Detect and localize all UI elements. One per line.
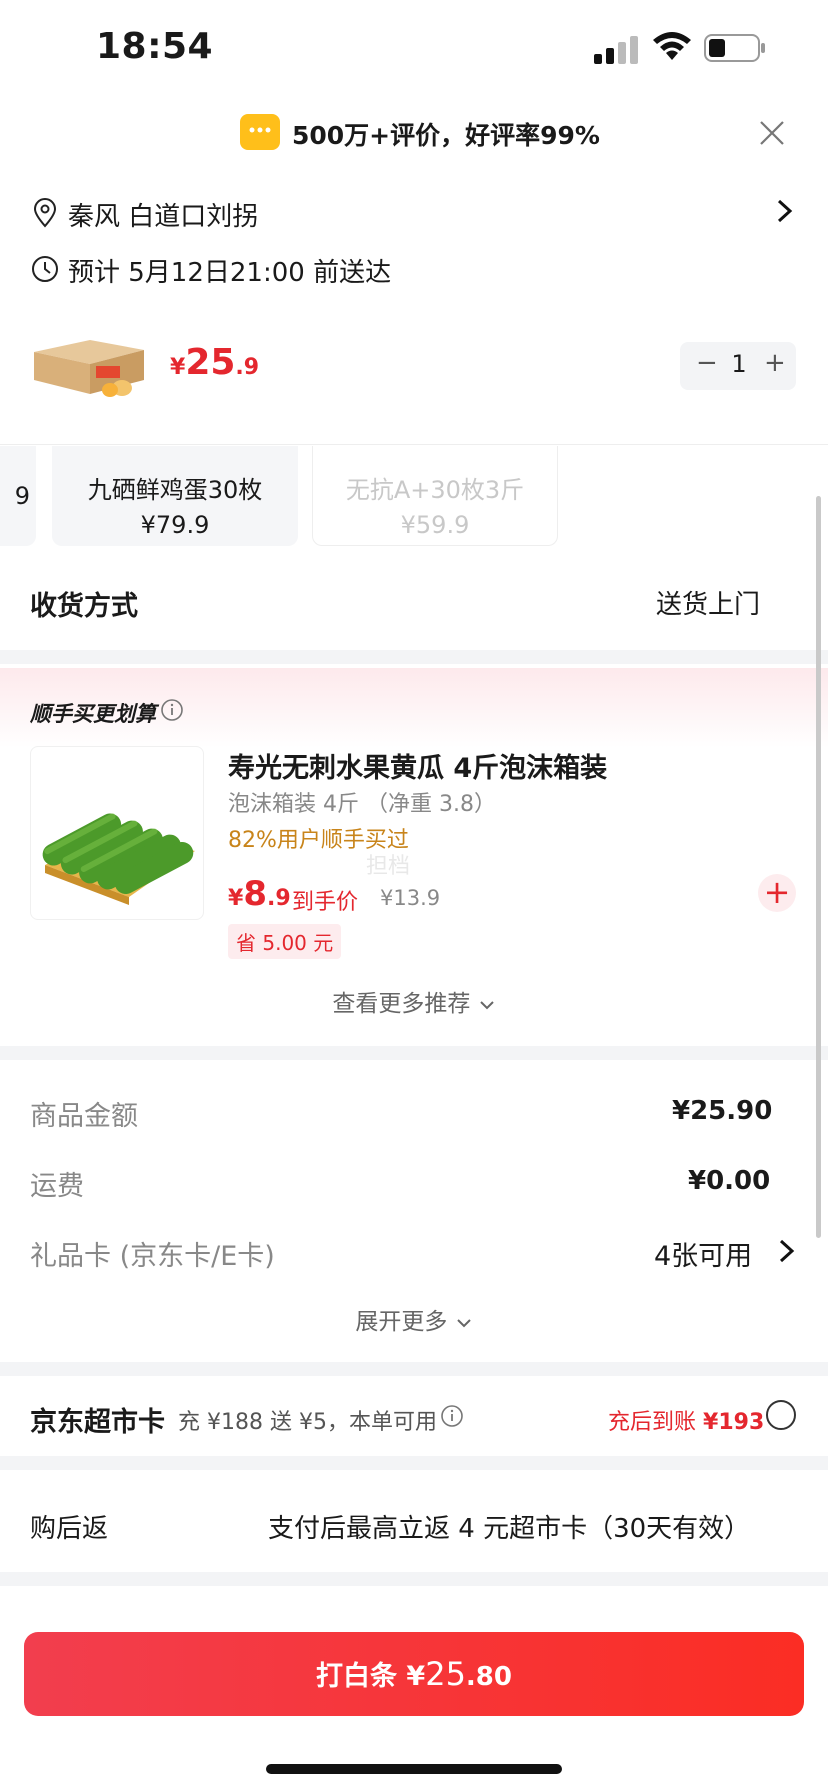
section-gap [0,1456,828,1470]
post-purchase-return-label: 购后返 [30,1514,109,1544]
more-recommendations-link[interactable]: 查看更多推荐 [0,984,828,1018]
divider [0,444,828,445]
decrease-button[interactable]: − [696,348,718,378]
section-gap [0,1572,828,1586]
pay-with-baitiao-button[interactable]: 打白条 ¥25.80 [24,1632,804,1716]
freight-label: 运费 [30,1171,84,1202]
cucumber-product-image[interactable] [30,746,204,920]
addon-price: ¥8.9 [228,874,291,914]
section-gap [0,1046,828,1060]
increase-button[interactable]: + [764,348,786,378]
addon-title: 顺手买更划算 [30,702,156,726]
jd-card-offer: 充 ¥188 送 ¥5，本单可用 [178,1410,437,1435]
delivery-eta: 预计 5月12日21:00 前送达 [68,258,392,288]
scrollbar[interactable] [816,496,821,1238]
egg-box-thumbnail [34,340,144,397]
watermark-text: 担档 [366,854,411,879]
delivery-method-label: 收货方式 [30,591,138,622]
gift-card-label: 礼品卡 (京东卡/E卡) [30,1241,275,1272]
spec-option-wukang-30[interactable]: 无抗A+30枚3斤 ¥59.9 [312,446,558,546]
goods-amount-label: 商品金额 [30,1101,138,1132]
spec-option-partial[interactable]: 9 [0,446,36,546]
chevron-down-icon [479,1001,494,1010]
addon-original-price: ¥13.9 [380,886,441,910]
quantity-stepper: − 1 + [680,342,796,390]
location-pin-icon [33,198,57,228]
addon-price-label: 到手价 [292,890,359,915]
home-indicator [266,1764,562,1774]
rating-banner-text: 500万+评价，好评率99% [292,121,600,150]
add-to-order-button[interactable]: + [758,874,796,912]
post-purchase-return-value: 支付后最高立返 4 元超市卡（30天有效） [268,1514,751,1544]
info-icon[interactable] [160,698,184,722]
jd-card-radio[interactable] [766,1400,796,1430]
chevron-right-icon[interactable] [778,1238,796,1264]
battery-icon [704,34,765,62]
savings-badge: 省 5.00 元 [228,924,342,959]
addon-product-name[interactable]: 寿光无刺水果黄瓜 4斤泡沫箱装 [228,746,607,785]
close-icon[interactable] [758,119,786,147]
product-price: ¥25.9 [170,342,260,383]
section-gap [0,1362,828,1376]
jd-card-after-topup: 充后到账 ¥193 [608,1410,765,1435]
freight-value: ¥0.00 [688,1166,771,1196]
gift-card-available[interactable]: 4张可用 [654,1234,752,1273]
message-bubble-icon [240,114,280,150]
clock-icon [32,256,58,282]
chevron-right-icon[interactable] [776,198,794,224]
expand-more-link[interactable]: 展开更多 [0,1302,828,1336]
addon-product-spec: 泡沫箱装 4斤 （净重 3.8） [228,792,496,817]
goods-amount-value: ¥25.90 [672,1096,773,1126]
spec-option-jiuxi-30[interactable]: 九硒鲜鸡蛋30枚 ¥79.9 [52,446,298,546]
cellular-signal-icon [594,36,638,64]
section-gap [0,650,828,664]
checkout-page: 18:54 500万+评价，好评率99% 秦风 白道口刘拐 预计 5月12日21… [0,0,828,1792]
info-icon[interactable] [440,1404,464,1428]
delivery-address[interactable]: 秦风 白道口刘拐 [68,196,258,233]
status-time: 18:54 [96,26,214,67]
jd-supermarket-card-title: 京东超市卡 [30,1407,165,1438]
quantity-value[interactable]: 1 [730,350,748,378]
delivery-method-value[interactable]: 送货上门 [656,584,760,621]
chevron-down-icon [456,1319,471,1328]
wifi-icon [653,32,691,60]
